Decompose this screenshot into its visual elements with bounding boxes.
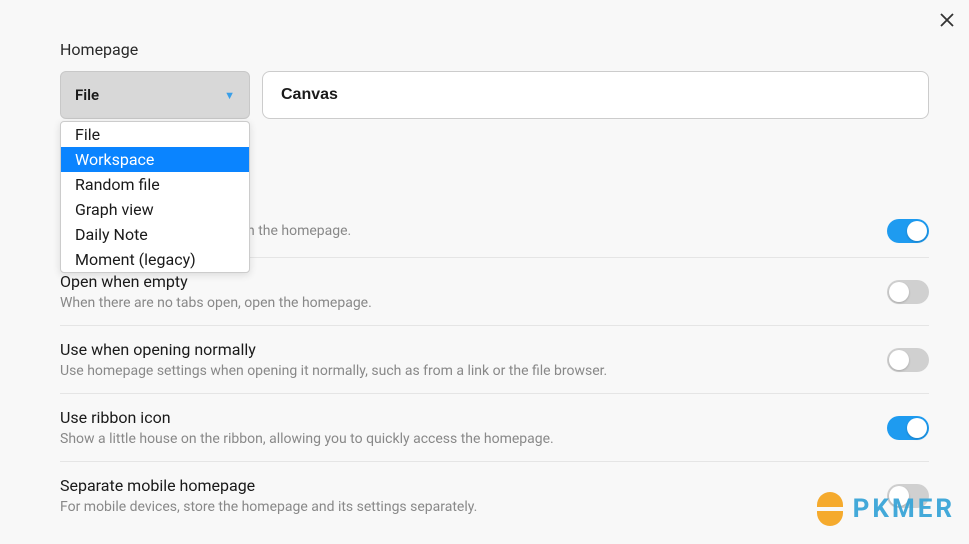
section-label: Homepage: [60, 40, 929, 59]
setting-description: For mobile devices, store the homepage a…: [60, 499, 887, 515]
dropdown-option[interactable]: Graph view: [61, 197, 249, 222]
toggle-knob: [907, 418, 927, 438]
setting-title: Separate mobile homepage: [60, 476, 887, 495]
homepage-type-dropdown[interactable]: File ▼: [60, 71, 250, 119]
chevron-down-icon: ▼: [224, 89, 235, 102]
setting-description: When there are no tabs open, open the ho…: [60, 295, 887, 311]
dropdown-option[interactable]: Random file: [61, 172, 249, 197]
dropdown-option[interactable]: Workspace: [61, 147, 249, 172]
dropdown-option[interactable]: Moment (legacy): [61, 247, 249, 272]
toggle-knob: [889, 350, 909, 370]
toggle-switch[interactable]: [887, 219, 929, 243]
dropdown-option[interactable]: Daily Note: [61, 222, 249, 247]
close-button[interactable]: [935, 8, 959, 32]
toggle-switch[interactable]: [887, 348, 929, 372]
setting-title: Use when opening normally: [60, 340, 887, 359]
dropdown-menu: FileWorkspaceRandom fileGraph viewDaily …: [60, 121, 250, 273]
setting-row: Use ribbon icon Show a little house on th…: [60, 393, 929, 461]
close-icon: [940, 13, 954, 27]
setting-title: Open when empty: [60, 272, 887, 291]
toggle-switch[interactable]: [887, 280, 929, 304]
setting-row: Separate mobile homepage For mobile devic…: [60, 461, 929, 529]
watermark-text: PKMER: [853, 494, 955, 524]
setting-description: Use homepage settings when opening it no…: [60, 363, 887, 379]
setting-text: Use when opening normally Use homepage se…: [60, 340, 887, 379]
setting-row: Use when opening normally Use homepage se…: [60, 325, 929, 393]
watermark-icon: [813, 492, 847, 526]
toggle-switch[interactable]: [887, 416, 929, 440]
setting-text: Open when empty When there are no tabs op…: [60, 272, 887, 311]
setting-description: Show a little house on the ribbon, allow…: [60, 431, 887, 447]
setting-title: Use ribbon icon: [60, 408, 887, 427]
homepage-name-input[interactable]: [262, 71, 929, 119]
dropdown-option[interactable]: File: [61, 122, 249, 147]
setting-text: Separate mobile homepage For mobile devic…: [60, 476, 887, 515]
toggle-knob: [889, 282, 909, 302]
settings-modal: Homepage File ▼ FileWorkspaceRandom file…: [60, 40, 929, 544]
toggle-knob: [907, 221, 927, 241]
dropdown-selected-value: File: [75, 86, 99, 104]
setting-text: Use ribbon icon Show a little house on th…: [60, 408, 887, 447]
watermark: PKMER: [813, 492, 955, 526]
